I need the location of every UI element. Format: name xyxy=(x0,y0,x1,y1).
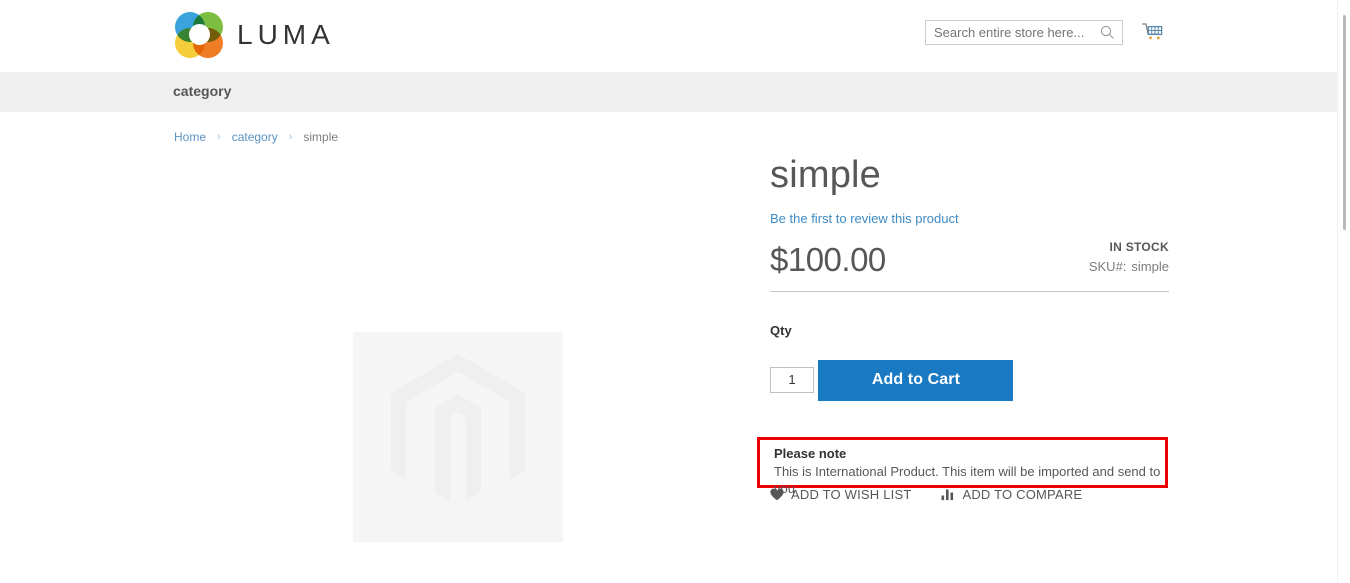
add-to-wishlist-link[interactable]: ADD TO WISH LIST xyxy=(770,487,911,502)
compare-bars-icon xyxy=(941,488,955,501)
breadcrumb: Home › category › simple xyxy=(174,130,338,144)
site-logo[interactable]: LUMA xyxy=(175,12,335,58)
add-to-compare-label: ADD TO COMPARE xyxy=(962,487,1083,502)
status-badge: IN STOCK xyxy=(1109,239,1169,254)
section-divider xyxy=(770,290,1169,292)
quantity-stepper[interactable] xyxy=(770,366,814,393)
breadcrumb-separator-icon: › xyxy=(217,131,221,143)
product-info: simple Be the first to review this produ… xyxy=(770,154,1169,401)
nav-item-category[interactable]: category xyxy=(173,83,231,99)
luma-logo-icon xyxy=(175,12,223,58)
main-nav: category xyxy=(0,72,1337,112)
breadcrumb-separator-icon: › xyxy=(288,131,293,143)
product-sku: SKU#: simple xyxy=(1089,259,1169,274)
add-to-wishlist-label: ADD TO WISH LIST xyxy=(791,487,912,502)
breadcrumb-item-home[interactable]: Home xyxy=(174,130,206,144)
product-image-placeholder[interactable] xyxy=(353,332,563,542)
sku-label: SKU#: xyxy=(1088,258,1127,274)
breadcrumb-item-category[interactable]: category xyxy=(232,130,278,144)
page-scrollbar[interactable] xyxy=(1337,0,1350,583)
price-row: $100.00 IN STOCK SKU#: simple xyxy=(770,238,1169,290)
site-header: LUMA xyxy=(0,0,1337,72)
product-price: $100.00 xyxy=(770,240,886,278)
add-to-cart-button[interactable]: Add to Cart xyxy=(818,359,1014,401)
note-title: Please note xyxy=(774,446,847,461)
logo-wordmark: LUMA xyxy=(237,19,335,50)
header-actions xyxy=(925,20,1164,45)
sku-value: simple xyxy=(1131,258,1169,274)
stock-block: IN STOCK SKU#: simple xyxy=(1089,240,1169,274)
write-review-link[interactable]: Be the first to review this product xyxy=(770,211,959,226)
scrollbar-thumb[interactable] xyxy=(1343,15,1346,230)
qty-label: Qty xyxy=(770,322,792,338)
product-social-links: ADD TO WISH LIST ADD TO COMPARE xyxy=(770,487,1082,502)
search-input[interactable] xyxy=(926,21,1122,44)
please-note-highlight: Please note This is International Produc… xyxy=(757,437,1168,496)
add-to-compare-link[interactable]: ADD TO COMPARE xyxy=(941,487,1082,502)
search-icon[interactable] xyxy=(1100,25,1115,40)
cart-icon[interactable] xyxy=(1142,22,1164,44)
product-page: LUMA Search entire store here... categor… xyxy=(0,0,1350,583)
page-title: simple xyxy=(770,154,882,196)
magento-placeholder-icon xyxy=(391,354,525,501)
breadcrumb-item-current: simple xyxy=(303,130,339,144)
logo-center-hole xyxy=(189,24,210,45)
heart-icon xyxy=(770,488,784,501)
search-box[interactable] xyxy=(925,20,1123,45)
